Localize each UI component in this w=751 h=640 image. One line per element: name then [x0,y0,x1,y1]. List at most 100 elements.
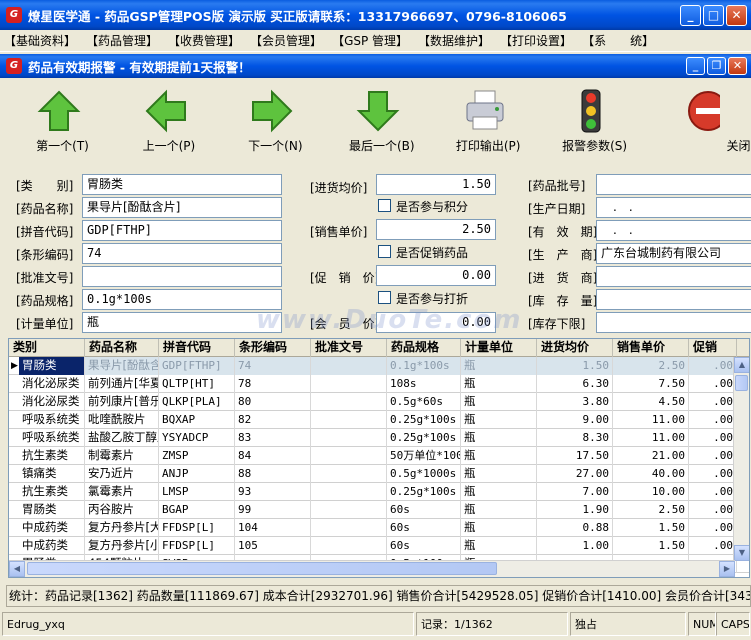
alarm-settings-button[interactable]: 报警参数(S) [538,79,644,159]
table-row[interactable]: 抗生素类制霉素片ZMSP84 50万单位*100s瓶17.5021.00.00 [9,447,749,465]
table-row[interactable]: 消化泌尿类前列康片[普乐安]QLKP[PLA]80 0.5g*60s瓶3.804.… [9,393,749,411]
previous-record-label: 上一个(P) [142,139,196,153]
child-restore-button[interactable]: ❐ [707,57,726,75]
status-caps: CAPS [716,612,750,636]
print-output-button[interactable]: 打印输出(P) [432,79,538,159]
promo-price-field[interactable]: 0.00 [376,265,496,286]
promo-checkbox[interactable] [378,245,391,258]
batch-field[interactable] [596,174,751,195]
menu-member-management[interactable]: 【会员管理】 [250,32,322,49]
scroll-left-button[interactable]: ◀ [9,561,25,577]
close-window-label: 关闭窗口 [726,139,751,153]
header-col-pinyin[interactable]: 拼音代码 [159,339,235,357]
header-col-approval[interactable]: 批准文号 [311,339,387,357]
spec-label: [药品规格] [16,294,74,308]
scroll-down-button[interactable]: ▼ [734,545,749,561]
minimize-button[interactable]: _ [680,4,701,26]
status-mode: 独占 [570,612,686,636]
points-checkbox[interactable] [378,199,391,212]
scroll-up-button[interactable]: ▲ [734,357,749,373]
menu-drug-management[interactable]: 【药品管理】 [86,32,158,49]
horizontal-scrollbar[interactable]: ◀ ▶ [9,560,735,577]
cell-col-barcode: 99 [235,501,311,519]
menu-charge-management[interactable]: 【收费管理】 [168,32,240,49]
header-col-sale-price[interactable]: 销售单价 [613,339,689,357]
menu-print-settings[interactable]: 【打印设置】 [500,32,572,49]
pinyin-field[interactable]: GDP[FTHP] [82,220,282,241]
discount-checkbox[interactable] [378,291,391,304]
supplier-field[interactable] [596,266,751,287]
menu-system[interactable]: 【系 统】 [582,32,654,49]
menu-data-maintenance[interactable]: 【数据维护】 [418,32,490,49]
child-minimize-button[interactable]: _ [686,57,705,75]
cell-col-sale-price: 10.00 [613,483,689,501]
cell-col-sale-price: 1.50 [613,519,689,537]
table-row[interactable]: 呼吸系统类 吡喹酰胺片 BQXAP 82 0.25g*100s 瓶 9.00 11.00.00 [9,411,749,429]
horizontal-scroll-thumb[interactable] [27,562,497,575]
table-row[interactable]: 中成药类 复方丹参片[小] FFDSP[L] 105 60s 瓶 1.00 1.50.00 [9,537,749,555]
cell-col-purchase-price: 1.50 [537,357,613,375]
status-num: NUM [688,612,716,636]
cell-col-pinyin: ANJP [159,465,235,483]
previous-record-button[interactable]: 上一个(P) [112,79,218,159]
close-circle-icon [687,91,720,131]
header-col-barcode[interactable]: 条形编码 [235,339,311,357]
cell-col-barcode: 83 [235,429,311,447]
vertical-scroll-thumb[interactable] [735,375,748,391]
mfg-date-field[interactable]: . . [596,197,751,218]
table-row[interactable]: 镇痛类 安乃近片 ANJP 88 0.5g*1000s 瓶 27.00 40.00.00 [9,465,749,483]
close-button[interactable]: ✕ [726,4,747,26]
expiry-field[interactable]: . . [596,220,751,241]
table-row[interactable]: 呼吸系统类盐酸乙胺丁醇片YSYADCP83 0.25g*100s瓶8.3011.0… [9,429,749,447]
header-col-spec[interactable]: 药品规格 [387,339,461,357]
cell-col-spec: 0.25g*100s [387,411,461,429]
header-col-purchase-price[interactable]: 进货均价 [537,339,613,357]
child-title-bar[interactable]: G 药品有效期报警 - 有效期提前1天报警！ _ ❐ ✕ [0,54,751,78]
table-row[interactable]: 胃肠类 丙谷胺片 BGAP 99 60s 瓶 1.90 2.50.00 [9,501,749,519]
stock-min-field[interactable] [596,312,751,333]
cell-col-promo: .00 [689,483,737,501]
header-col-category[interactable]: 类别 [9,339,85,357]
child-close-button[interactable]: ✕ [728,57,747,75]
last-record-button[interactable]: 最后一个(B) [325,79,431,159]
drug-name-field[interactable]: 果导片[酚酞含片] [82,197,282,218]
barcode-field[interactable]: 74 [82,243,282,264]
header-col-unit[interactable]: 计量单位 [461,339,537,357]
manufacturer-field[interactable]: 广东台城制药有限公司 [596,243,751,264]
status-user: Edrug_yxq [2,612,414,636]
table-row[interactable]: 抗生素类 氯霉素片 LMSP 93 0.25g*100s 瓶 7.00 10.00.00 [9,483,749,501]
menu-gsp-management[interactable]: 【GSP 管理】 [332,32,408,49]
category-field[interactable]: 胃肠类 [82,174,282,195]
main-title-bar[interactable]: G 燎星医学通 - 药品GSP管理POS版 演示版 买正版请联系：1331796… [0,0,751,30]
child-window-title: 药品有效期报警 - 有效期提前1天报警！ [28,59,251,75]
stock-field[interactable] [596,289,751,310]
drug-name-label: [药品名称] [16,202,74,216]
drug-grid[interactable]: 类别 药品名称 拼音代码 条形编码 批准文号 药品规格 计量单位 进货均价 销售单价 促销 ▶ 胃肠… [8,338,750,578]
cell-col-drug-name: 氯霉素片 [85,483,159,501]
header-col-promo[interactable]: 促销 [689,339,737,357]
first-record-button[interactable]: 第一个(T) [6,79,112,159]
stock-min-label: [库存下限] [528,317,586,331]
cell-col-sale-price: 11.00 [613,411,689,429]
cell-col-category: 抗生素类 [19,447,85,465]
cell-col-category: 抗生素类 [19,483,85,501]
table-row[interactable]: 中成药类 复方丹参片[大] FFDSP[L] 104 60s 瓶 0.88 1.50.00 [9,519,749,537]
maximize-button[interactable]: □ [703,4,724,26]
purchase-price-field[interactable]: 1.50 [376,174,496,195]
cell-col-unit: 瓶 [461,501,537,519]
cell-col-category: 消化泌尿类 [19,393,85,411]
unit-field[interactable]: 瓶 [82,312,282,333]
spec-field[interactable]: 0.1g*100s [82,289,282,310]
status-record: 记录：1/1362 [416,612,568,636]
sale-price-field[interactable]: 2.50 [376,219,496,240]
header-col-drug-name[interactable]: 药品名称 [85,339,159,357]
table-row[interactable]: ▶胃肠类果导片[酚酞含片]GDP[FTHP]74 0.1g*100s瓶1.502.… [9,357,749,375]
close-window-button[interactable]: 关闭窗口 [645,79,751,159]
table-row[interactable]: 消化泌尿类 前列通片[华夏] QLTP[HT] 78 108s 瓶 6.30 7.50.00 [9,375,749,393]
menu-basic-data[interactable]: 【基础资料】 [4,32,76,49]
scroll-right-button[interactable]: ▶ [719,561,735,577]
next-record-button[interactable]: 下一个(N) [219,79,325,159]
approval-field[interactable] [82,266,282,287]
vertical-scrollbar[interactable]: ▲ ▼ [733,357,749,561]
cell-col-purchase-price: 6.30 [537,375,613,393]
